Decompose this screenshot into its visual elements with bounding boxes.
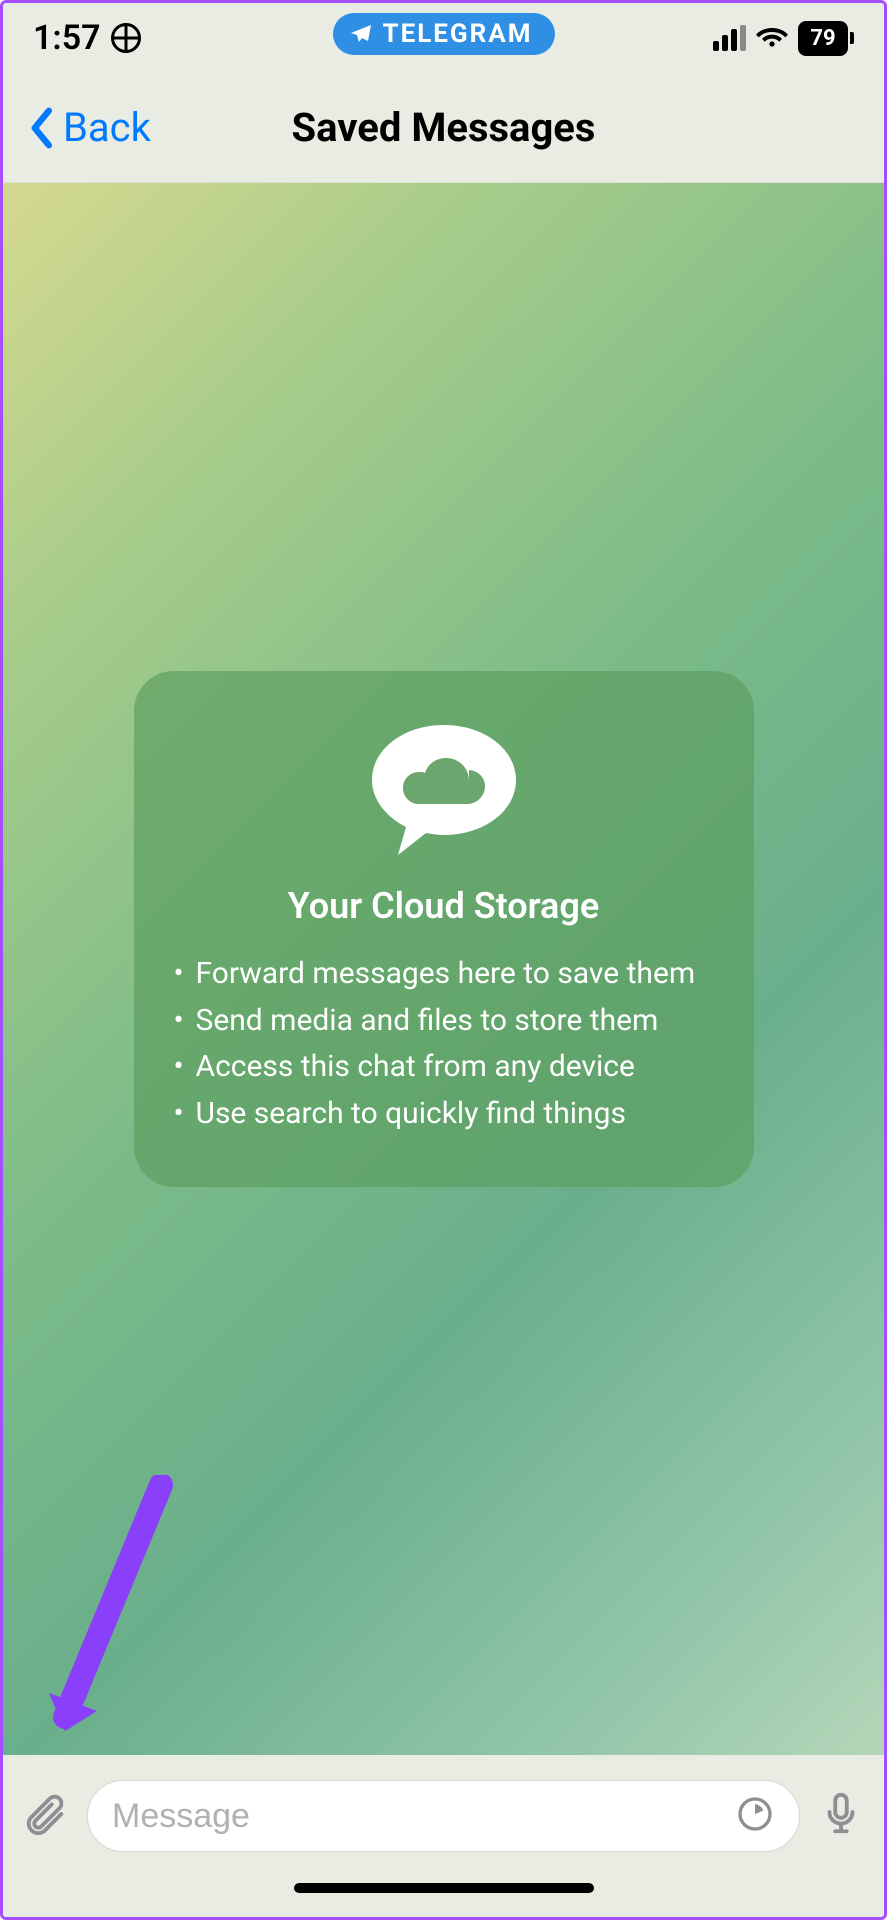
status-time: 1:57 <box>33 18 101 58</box>
self-destruct-timer-icon[interactable] <box>735 1794 775 1838</box>
telegram-plane-icon <box>348 22 372 46</box>
status-bar: 1:57 TELEGRAM 79 <box>3 3 884 73</box>
info-bullet: Access this chat from any device <box>174 1044 714 1091</box>
battery-indicator: 79 <box>798 21 854 56</box>
annotation-arrow-icon <box>43 1475 183 1735</box>
status-left: 1:57 <box>33 18 141 58</box>
info-card-bullets: Forward messages here to save them Send … <box>174 951 714 1137</box>
app-return-pill[interactable]: TELEGRAM <box>332 13 554 55</box>
cloud-chat-icon <box>174 715 714 865</box>
back-label: Back <box>63 104 151 151</box>
cloud-storage-info-card: Your Cloud Storage Forward messages here… <box>134 671 754 1187</box>
info-card-title: Your Cloud Storage <box>174 885 714 927</box>
wifi-icon <box>756 20 788 56</box>
cellular-signal-icon <box>713 25 746 51</box>
location-services-icon <box>111 23 141 53</box>
app-pill-label: TELEGRAM <box>382 19 532 49</box>
back-button[interactable]: Back <box>23 104 151 151</box>
message-input[interactable] <box>112 1797 735 1836</box>
info-bullet: Use search to quickly find things <box>174 1091 714 1138</box>
attachment-icon[interactable] <box>23 1791 69 1841</box>
microphone-icon[interactable] <box>818 1791 864 1841</box>
info-bullet: Send media and files to store them <box>174 998 714 1045</box>
battery-level: 79 <box>798 21 848 56</box>
message-input-bar <box>3 1755 884 1877</box>
home-indicator-area <box>3 1877 884 1917</box>
info-bullet: Forward messages here to save them <box>174 951 714 998</box>
status-right: 79 <box>713 20 854 56</box>
chevron-left-icon <box>23 106 59 150</box>
nav-header: Back Saved Messages <box>3 73 884 183</box>
device-frame: 1:57 TELEGRAM 79 <box>0 0 887 1920</box>
message-input-container[interactable] <box>87 1780 800 1852</box>
chat-background: Your Cloud Storage Forward messages here… <box>3 183 884 1755</box>
home-indicator[interactable] <box>294 1883 594 1893</box>
page-title: Saved Messages <box>292 104 596 151</box>
